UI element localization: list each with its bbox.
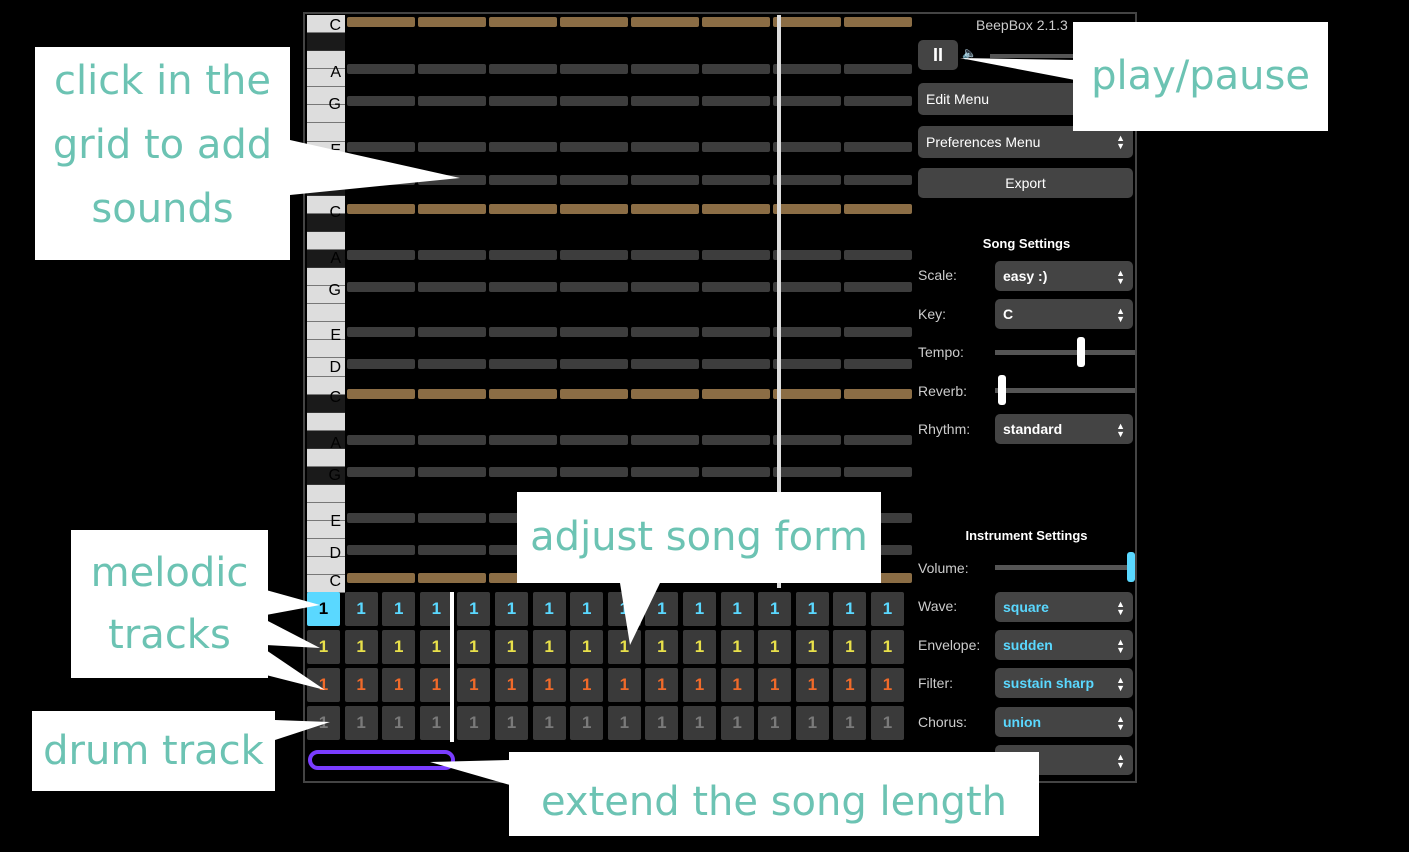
callout-song-form: adjust song form — [517, 492, 881, 583]
callout-melodic-tracks: melodic tracks — [71, 530, 268, 678]
callout-drum-track: drum track — [32, 711, 275, 791]
callout-song-length: extend the song length — [509, 752, 1039, 836]
callout-play-pause: play/pause — [1073, 22, 1328, 131]
callout-grid: click in the grid to add sounds — [35, 47, 290, 260]
